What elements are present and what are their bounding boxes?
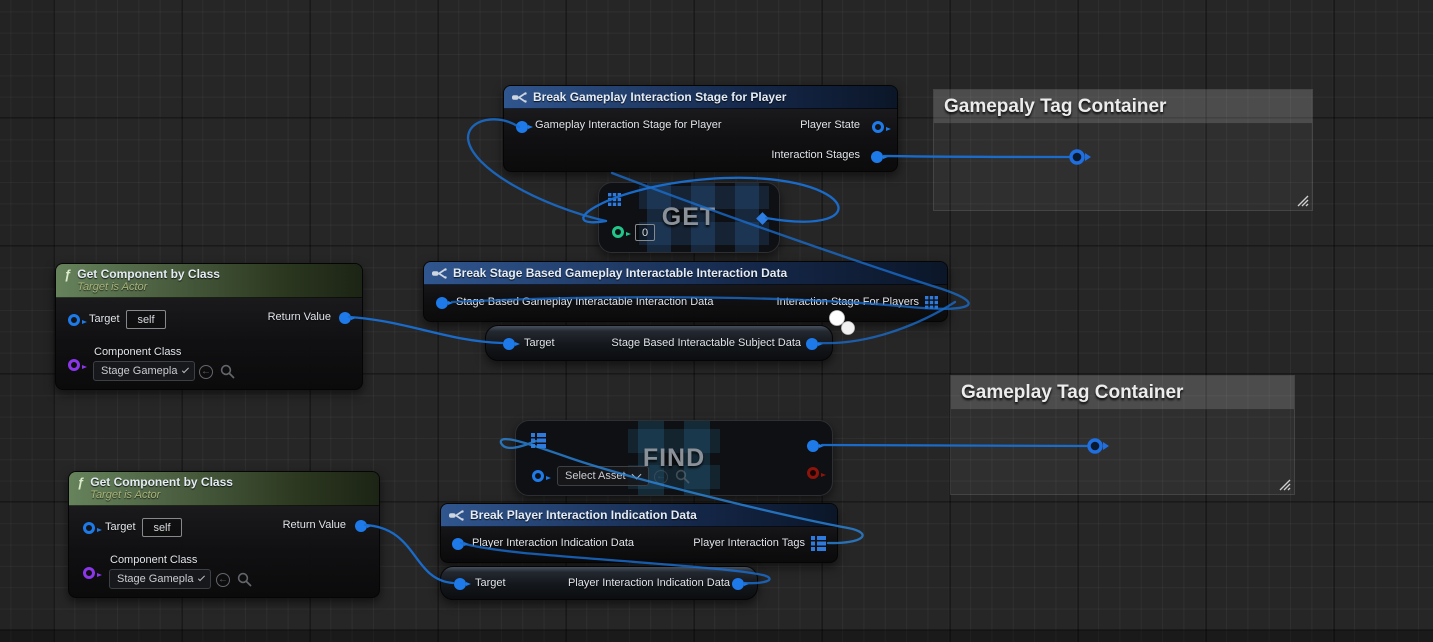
dropdown-value: Select Asset — [565, 470, 626, 482]
pin-label: Interaction Stage For Players — [777, 296, 919, 308]
node-title: GET — [599, 203, 779, 232]
pin-label: Target — [475, 577, 506, 589]
chevron-down-icon — [182, 366, 189, 373]
chevron-down-icon — [631, 469, 641, 479]
pin-output-subject-data[interactable] — [806, 338, 818, 350]
comment-title: Gamepaly Tag Container — [944, 96, 1166, 118]
node-break-stage-based-gameplay-interactable-interaction-data[interactable]: Break Stage Based Gameplay Interactable … — [423, 261, 948, 322]
pin-output-return-value[interactable] — [355, 520, 367, 532]
break-struct-icon — [432, 268, 447, 279]
node-title: Get Component by Class — [77, 268, 220, 281]
use-selected-icon[interactable]: ← — [199, 365, 213, 379]
node-title: Break Stage Based Gameplay Interactable … — [453, 266, 787, 280]
node-break-gameplay-interaction-stage-for-player[interactable]: Break Gameplay Interaction Stage for Pla… — [503, 85, 898, 172]
node-subtitle: Target is Actor — [90, 489, 233, 502]
target-self-box[interactable]: self — [126, 310, 166, 329]
comment-box-gamepaly-tag-container[interactable]: Gamepaly Tag Container — [933, 89, 1313, 211]
browse-magnifier-icon[interactable] — [675, 469, 690, 484]
node-header[interactable]: ƒ Get Component by Class Target is Actor — [69, 472, 379, 506]
comment-title: Gameplay Tag Container — [961, 382, 1183, 404]
chevron-down-icon — [198, 574, 205, 581]
pin-input-gameplay-interaction-stage-for-player[interactable] — [516, 121, 528, 133]
pin-label: Stage Based Gameplay Interactable Intera… — [456, 296, 713, 308]
break-struct-icon — [449, 510, 464, 521]
node-title: Get Component by Class — [90, 476, 233, 489]
node-subtitle: Target is Actor — [77, 281, 220, 294]
node-get-stage-based-interactable-subject-data[interactable]: Target Stage Based Interactable Subject … — [485, 325, 833, 361]
pin-output-return-value[interactable] — [339, 312, 351, 324]
pin-label: Stage Based Interactable Subject Data — [611, 337, 801, 349]
node-get-component-by-class-2[interactable]: ƒ Get Component by Class Target is Actor… — [68, 471, 380, 598]
dropdown-value: Stage Gamepla — [101, 365, 177, 377]
browse-magnifier-icon[interactable] — [237, 572, 252, 587]
pin-label: Return Value — [283, 519, 346, 531]
node-title: Break Gameplay Interaction Stage for Pla… — [533, 90, 786, 104]
pin-label: Return Value — [268, 311, 331, 323]
pin-label: Target — [89, 313, 120, 325]
pin-input-target[interactable] — [503, 338, 515, 350]
resize-handle-icon[interactable] — [1296, 194, 1309, 207]
pin-output-interaction-stages[interactable] — [871, 151, 883, 163]
pin-input-component-class[interactable] — [83, 567, 95, 579]
select-asset-dropdown[interactable]: Select Asset — [557, 466, 649, 486]
pin-input-key[interactable] — [532, 470, 544, 482]
pin-output-player-state[interactable] — [872, 121, 884, 133]
pin-label: Player State — [800, 119, 860, 131]
function-icon: ƒ — [77, 475, 84, 490]
pin-input-map-icon[interactable] — [531, 433, 546, 448]
node-map-find[interactable]: FIND Select Asset ← — [515, 420, 833, 496]
pin-input-target[interactable] — [68, 314, 80, 326]
pin-label: Component Class — [110, 554, 197, 566]
use-selected-icon[interactable]: ← — [654, 470, 668, 484]
function-icon: ƒ — [64, 267, 71, 282]
pin-output-data[interactable] — [732, 578, 744, 590]
pin-output-found[interactable] — [807, 467, 819, 479]
grid-bottom-shade — [0, 630, 1433, 642]
pin-label: Player Interaction Tags — [693, 537, 805, 549]
dropdown-value: Stage Gamepla — [117, 573, 193, 585]
pin-input-stage-based-data[interactable] — [436, 297, 448, 309]
node-array-get[interactable]: GET 0 — [598, 182, 780, 253]
pin-output-interaction-stage-for-players-grid-icon[interactable] — [925, 296, 938, 309]
pin-input-target[interactable] — [454, 578, 466, 590]
node-header[interactable]: Break Gameplay Interaction Stage for Pla… — [504, 86, 897, 109]
pin-label: Interaction Stages — [771, 149, 860, 161]
node-header[interactable]: ƒ Get Component by Class Target is Actor — [56, 264, 362, 298]
break-struct-icon — [512, 92, 527, 103]
browse-magnifier-icon[interactable] — [220, 364, 235, 379]
pin-input-array-grid-icon[interactable] — [608, 193, 621, 206]
grid-major-shade — [0, 0, 53, 642]
pin-label: Player Interaction Indication Data — [472, 537, 634, 549]
pin-label: Component Class — [94, 346, 181, 358]
pin-input-player-interaction-indication-data[interactable] — [452, 538, 464, 550]
pin-label: Target — [105, 521, 136, 533]
use-selected-icon[interactable]: ← — [216, 573, 230, 587]
comment-header[interactable]: Gameplay Tag Container — [951, 376, 1294, 410]
pin-label: Gameplay Interaction Stage for Player — [535, 119, 721, 131]
node-header[interactable]: Break Player Interaction Indication Data — [441, 504, 837, 527]
index-value-box[interactable]: 0 — [635, 224, 655, 241]
node-header[interactable]: Break Stage Based Gameplay Interactable … — [424, 262, 947, 285]
target-self-box[interactable]: self — [142, 518, 182, 537]
node-title: Break Player Interaction Indication Data — [470, 508, 697, 522]
pin-input-target[interactable] — [83, 522, 95, 534]
pin-label: Target — [524, 337, 555, 349]
node-break-player-interaction-indication-data[interactable]: Break Player Interaction Indication Data… — [440, 503, 838, 563]
comment-box-gameplay-tag-container[interactable]: Gameplay Tag Container — [950, 375, 1295, 495]
resize-handle-icon[interactable] — [1278, 478, 1291, 491]
comment-header[interactable]: Gamepaly Tag Container — [934, 90, 1312, 124]
blueprint-graph[interactable]: Gamepaly Tag Container Gameplay Tag Cont… — [0, 0, 1433, 642]
component-class-dropdown[interactable]: Stage Gamepla — [93, 361, 195, 381]
node-get-player-interaction-indication-data[interactable]: Target Player Interaction Indication Dat… — [440, 566, 758, 600]
pin-output-player-interaction-tags-map-icon[interactable] — [811, 536, 826, 551]
component-class-dropdown[interactable]: Stage Gamepla — [109, 569, 211, 589]
pin-output-value[interactable] — [807, 440, 819, 452]
pin-input-index[interactable] — [612, 226, 624, 238]
node-get-component-by-class-1[interactable]: ƒ Get Component by Class Target is Actor… — [55, 263, 363, 390]
pin-label: Player Interaction Indication Data — [568, 577, 730, 589]
pin-input-component-class[interactable] — [68, 359, 80, 371]
